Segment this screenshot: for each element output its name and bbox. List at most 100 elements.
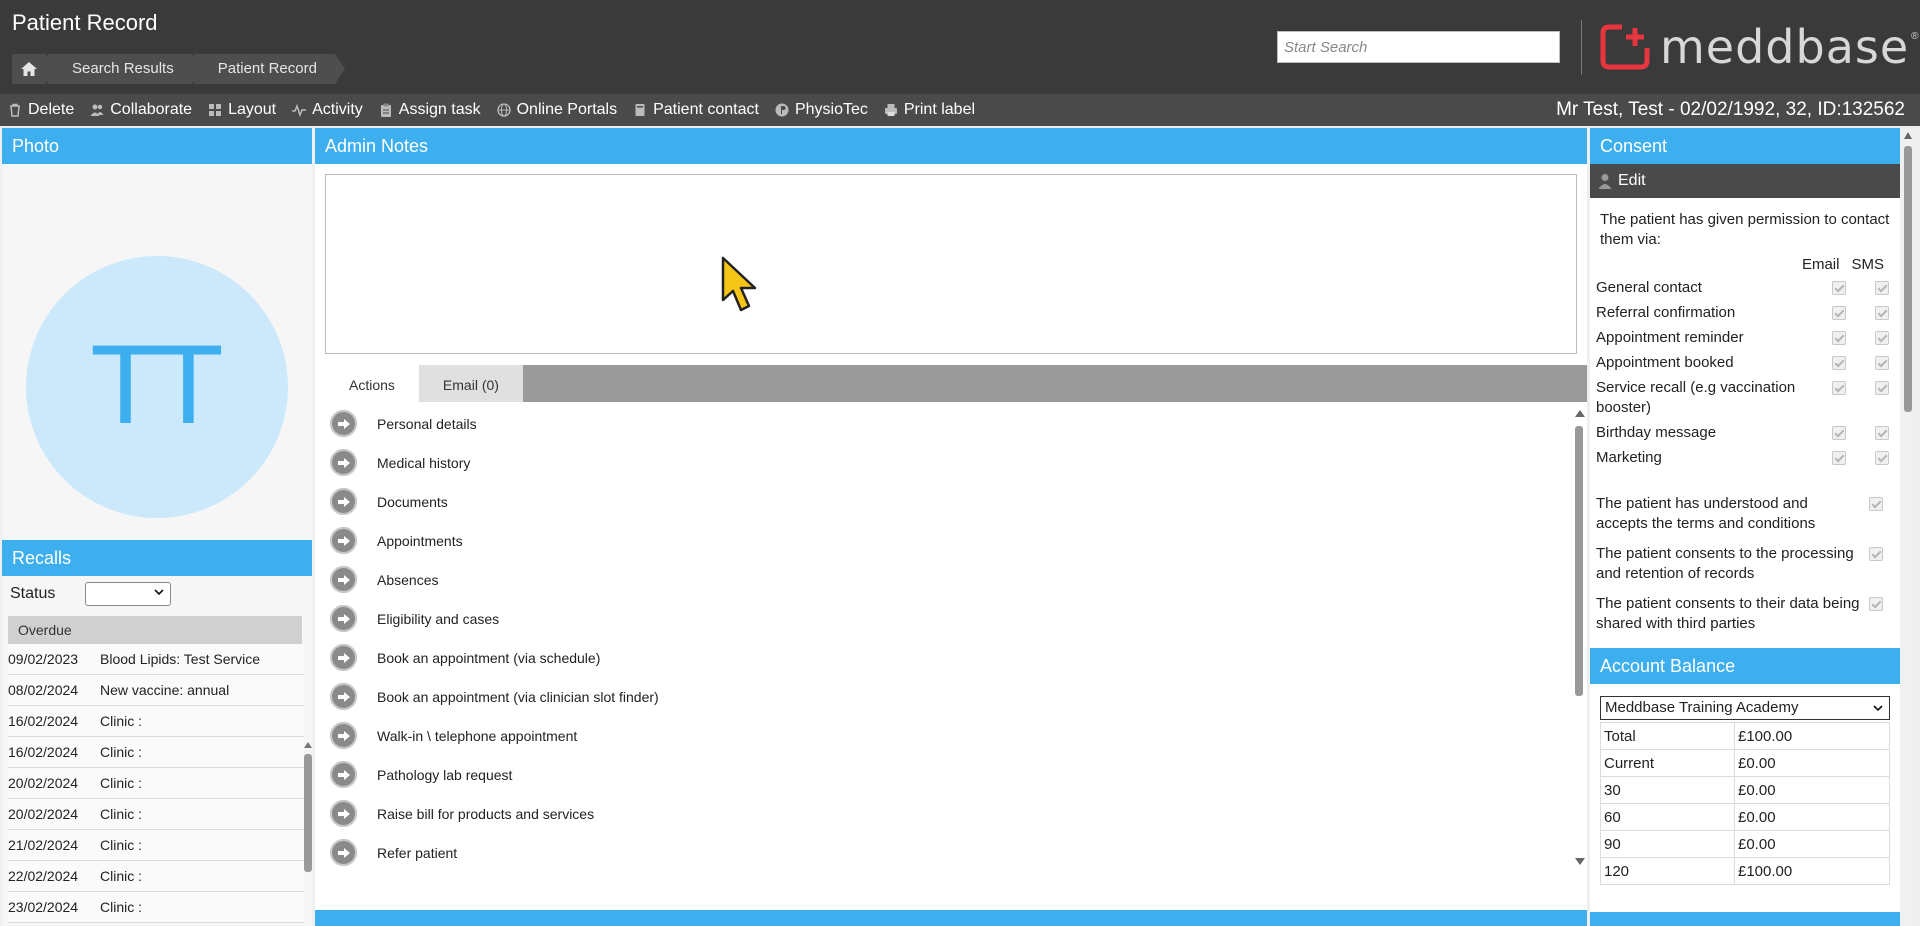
recall-row[interactable]: 20/02/2024 Clinic : <box>8 768 304 799</box>
consent-label: Appointment booked <box>1596 354 1734 371</box>
arrow-right-icon <box>330 449 357 476</box>
activity-button[interactable]: Activity <box>292 94 363 126</box>
recalls-scroll-up-icon[interactable] <box>304 742 312 748</box>
action-appointments[interactable]: Appointments <box>325 521 1587 560</box>
breadcrumb-search-results[interactable]: Search Results <box>48 54 202 84</box>
email-checkbox[interactable] <box>1832 306 1846 320</box>
balance-label: Current <box>1600 749 1735 777</box>
action-walk-in-telephone[interactable]: Walk-in \ telephone appointment <box>325 716 1587 755</box>
consent-column-heads: Email SMS <box>1590 256 1900 273</box>
action-book-appointment-schedule[interactable]: Book an appointment (via schedule) <box>325 638 1587 677</box>
collaborate-label: Collaborate <box>110 101 193 118</box>
physiotec-label: PhysioTec <box>794 101 868 118</box>
online-portals-button[interactable]: Online Portals <box>496 94 617 126</box>
home-icon <box>21 62 37 76</box>
sms-checkbox[interactable] <box>1875 331 1889 345</box>
terms-checkbox[interactable] <box>1869 597 1883 611</box>
recall-row[interactable]: 22/02/2024 Clinic : <box>8 861 304 892</box>
action-medical-history[interactable]: Medical history <box>325 443 1587 482</box>
sms-checkbox[interactable] <box>1875 281 1889 295</box>
terms-checkbox[interactable] <box>1869 497 1883 511</box>
assign-task-button[interactable]: Assign task <box>379 94 481 126</box>
recall-row[interactable]: 21/02/2024 Clinic : <box>8 830 304 861</box>
email-checkbox[interactable] <box>1832 451 1846 465</box>
printer-icon <box>884 104 897 116</box>
status-filter: Status <box>2 576 312 612</box>
consent-intro: The patient has given permission to cont… <box>1600 211 1890 248</box>
patient-summary: Mr Test, Test - 02/02/1992, 32, ID:13256… <box>1556 99 1905 120</box>
consent-row-birthday-message: Birthday message <box>1590 423 1900 443</box>
sms-checkbox[interactable] <box>1875 451 1889 465</box>
consent-row-general-contact: General contact <box>1590 278 1900 298</box>
physiotec-button[interactable]: PhysioTec <box>775 94 868 126</box>
logo-registered-mark: ® <box>1911 30 1919 42</box>
tab-email[interactable]: Email (0) <box>418 365 523 402</box>
recall-row[interactable]: 09/02/2023 Blood Lipids: Test Service <box>8 644 304 675</box>
search-input[interactable] <box>1277 31 1560 63</box>
logo-text: meddbase <box>1660 20 1910 74</box>
action-absences[interactable]: Absences <box>325 560 1587 599</box>
actions-scroll-down-icon[interactable] <box>1575 858 1585 865</box>
recall-row[interactable]: 16/02/2024 Clinic : <box>8 737 304 768</box>
consent-edit-button[interactable]: Edit <box>1590 164 1900 198</box>
right-scrollbar[interactable] <box>1900 128 1916 926</box>
email-checkbox[interactable] <box>1832 356 1846 370</box>
users-icon <box>90 104 104 116</box>
actions-list: Personal details Medical history Documen… <box>325 404 1587 870</box>
account-select-value: Meddbase Training Academy <box>1605 699 1799 716</box>
recall-row[interactable]: 23/02/2024 Clinic : <box>8 892 304 923</box>
email-checkbox[interactable] <box>1832 426 1846 440</box>
print-label-button[interactable]: Print label <box>884 94 975 126</box>
arrow-right-icon <box>330 644 357 671</box>
avatar[interactable]: TT <box>26 256 288 518</box>
action-personal-details[interactable]: Personal details <box>325 404 1587 443</box>
actions-scrollbar[interactable] <box>1575 426 1583 696</box>
consent-row-referral-confirmation: Referral confirmation <box>1590 303 1900 323</box>
sms-checkbox[interactable] <box>1875 381 1889 395</box>
action-raise-bill[interactable]: Raise bill for products and services <box>325 794 1587 833</box>
action-documents[interactable]: Documents <box>325 482 1587 521</box>
trash-icon <box>10 103 20 117</box>
recall-row[interactable]: 08/02/2024 New vaccine: annual <box>8 675 304 706</box>
mouse-cursor-icon <box>721 256 757 312</box>
action-refer-patient[interactable]: Refer patient <box>325 833 1587 872</box>
action-label: Medical history <box>377 454 471 471</box>
consent-label: Referral confirmation <box>1596 304 1736 321</box>
breadcrumb-home[interactable] <box>12 54 56 84</box>
account-select[interactable]: Meddbase Training Academy <box>1600 696 1890 720</box>
delete-button[interactable]: Delete <box>8 94 74 126</box>
email-checkbox[interactable] <box>1832 381 1846 395</box>
sms-checkbox[interactable] <box>1875 426 1889 440</box>
action-pathology-lab-request[interactable]: Pathology lab request <box>325 755 1587 794</box>
tab-actions[interactable]: Actions <box>325 365 419 402</box>
consent-heading: Consent <box>1590 128 1900 164</box>
sms-checkbox[interactable] <box>1875 356 1889 370</box>
patient-contact-button[interactable]: Patient contact <box>633 94 759 126</box>
admin-notes-textarea[interactable] <box>325 174 1577 354</box>
consent-col-email: Email <box>1801 256 1840 273</box>
email-checkbox[interactable] <box>1832 331 1846 345</box>
email-checkbox[interactable] <box>1832 281 1846 295</box>
actions-scroll-up-icon[interactable] <box>1575 410 1585 417</box>
balance-value: £0.00 <box>1734 749 1890 777</box>
breadcrumb-patient-record[interactable]: Patient Record <box>193 54 346 84</box>
arrow-right-icon <box>330 761 357 788</box>
action-eligibility-and-cases[interactable]: Eligibility and cases <box>325 599 1587 638</box>
status-select[interactable] <box>85 582 172 606</box>
recall-row[interactable]: 16/02/2024 Clinic : <box>8 706 304 737</box>
layout-button[interactable]: Layout <box>208 94 276 126</box>
scrollbar-thumb[interactable] <box>1904 146 1912 412</box>
recalls-scrollbar[interactable] <box>304 754 312 872</box>
terms-checkbox[interactable] <box>1869 547 1883 561</box>
action-book-appointment-slot-finder[interactable]: Book an appointment (via clinician slot … <box>325 677 1587 716</box>
sms-checkbox[interactable] <box>1875 306 1889 320</box>
table-row: 30 £0.00 <box>1600 776 1890 804</box>
consent-label: Service recall (e.g vaccination booster) <box>1596 379 1796 416</box>
scroll-up-icon[interactable] <box>1904 132 1912 139</box>
tab-bar: Actions Email (0) <box>325 365 1587 402</box>
recall-text: Clinic : <box>100 713 143 729</box>
collaborate-button[interactable]: Collaborate <box>90 94 192 126</box>
table-row: Total £100.00 <box>1600 722 1890 750</box>
recall-row[interactable]: 20/02/2024 Clinic : <box>8 799 304 830</box>
status-label: Status <box>10 585 56 602</box>
